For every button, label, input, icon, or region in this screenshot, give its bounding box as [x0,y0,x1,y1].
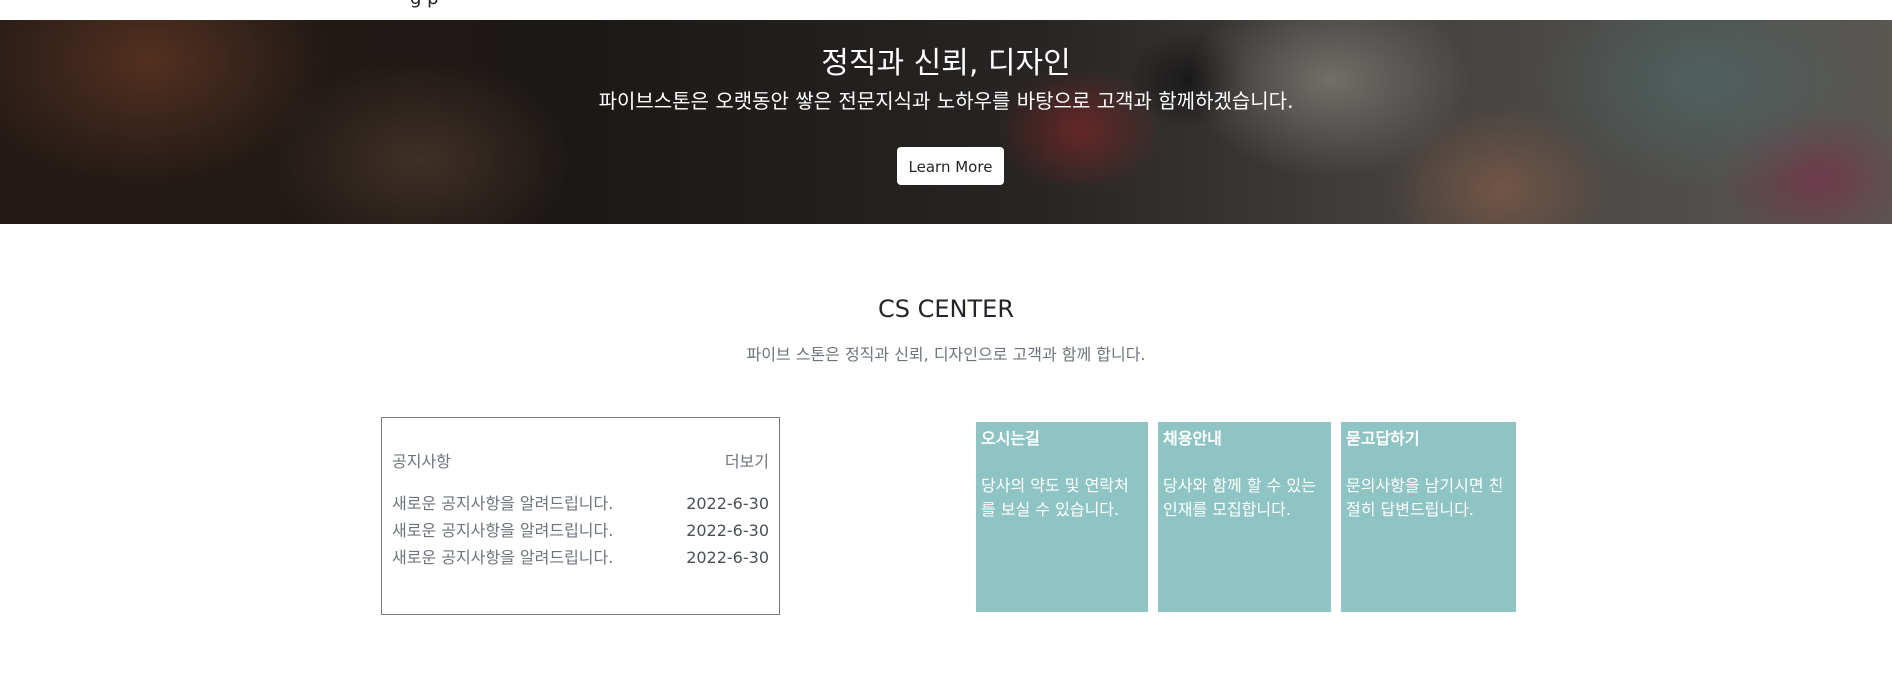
card-title: 묻고답하기 [1346,429,1420,448]
learn-more-button[interactable]: Learn More [897,147,1004,185]
notice-item-date: 2022-6-30 [686,521,769,540]
notice-item-date: 2022-6-30 [686,548,769,567]
card-title: 채용안내 [1163,429,1222,448]
cs-center-title: CS CENTER [878,295,1014,323]
card-directions[interactable]: 오시는길 당사의 약도 및 연락처를 보실 수 있습니다. [976,422,1148,612]
notice-list: 새로운 공지사항을 알려드립니다. 2022-6-30 새로운 공지사항을 알려… [392,490,769,571]
notice-item-text[interactable]: 새로운 공지사항을 알려드립니다. [392,494,613,513]
cs-cards: 오시는길 당사의 약도 및 연락처를 보실 수 있습니다. 채용안내 당사와 함… [976,422,1516,612]
card-text: 당사의 약도 및 연락처를 보실 수 있습니다. [981,476,1129,519]
notice-header: 공지사항 더보기 [392,448,769,472]
notice-title: 공지사항 [392,452,451,471]
hero-banner: 정직과 신뢰, 디자인 파이브스톤은 오랫동안 쌓은 전문지식과 노하우를 바탕… [0,20,1892,224]
notice-box: 공지사항 더보기 새로운 공지사항을 알려드립니다. 2022-6-30 새로운… [381,417,780,615]
notice-item[interactable]: 새로운 공지사항을 알려드립니다. 2022-6-30 [392,544,769,571]
hero-subtitle: 파이브스톤은 오랫동안 쌓은 전문지식과 노하우를 바탕으로 고객과 함께하겠습… [598,89,1294,113]
top-navbar: g p [0,0,1892,20]
cs-center-subtitle: 파이브 스톤은 정직과 신뢰, 디자인으로 고객과 함께 합니다. [746,345,1146,364]
notice-item-text[interactable]: 새로운 공지사항을 알려드립니다. [392,548,613,567]
card-text: 문의사항을 남기시면 친절히 답변드립니다. [1346,476,1504,519]
card-recruit[interactable]: 채용안내 당사와 함께 할 수 있는 인재를 모집합니다. [1158,422,1331,612]
navbar-cut-text: g p [410,0,439,9]
notice-item-date: 2022-6-30 [686,494,769,513]
notice-item[interactable]: 새로운 공지사항을 알려드립니다. 2022-6-30 [392,517,769,544]
card-text: 당사와 함께 할 수 있는 인재를 모집합니다. [1163,476,1316,519]
notice-more-link[interactable]: 더보기 [725,448,769,472]
card-title: 오시는길 [981,429,1040,448]
notice-item[interactable]: 새로운 공지사항을 알려드립니다. 2022-6-30 [392,490,769,517]
hero-title: 정직과 신뢰, 디자인 [821,46,1071,81]
notice-item-text[interactable]: 새로운 공지사항을 알려드립니다. [392,521,613,540]
card-qna[interactable]: 묻고답하기 문의사항을 남기시면 친절히 답변드립니다. [1341,422,1516,612]
